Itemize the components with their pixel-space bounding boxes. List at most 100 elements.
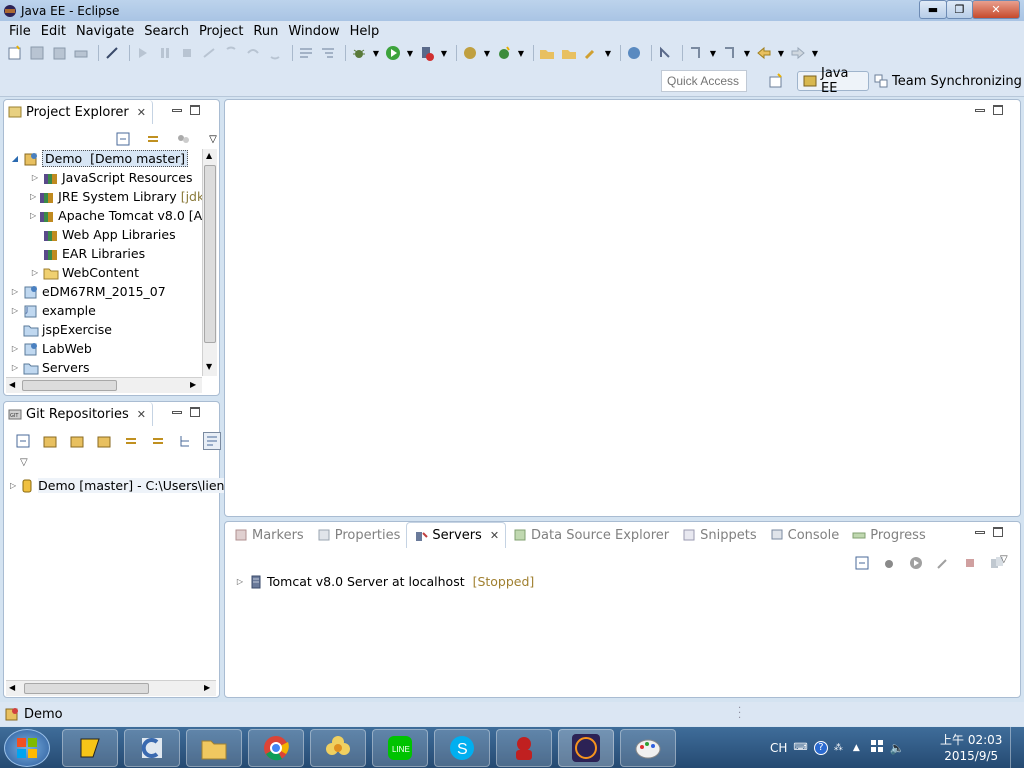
- server-item-tomcat[interactable]: ▷ Tomcat v8.0 Server at localhost [Stopp…: [235, 572, 534, 591]
- taskbar-skype[interactable]: S: [434, 729, 490, 767]
- dropdown-arrow-icon[interactable]: ▼: [743, 44, 751, 62]
- scroll-thumb[interactable]: [204, 165, 216, 343]
- toggle-breakpoint-icon[interactable]: [103, 44, 121, 62]
- horizontal-scrollbar[interactable]: ◀ ▶: [6, 377, 202, 393]
- help-icon[interactable]: ?: [813, 740, 828, 755]
- tree-item-jre-system-library[interactable]: ▷ JRE System Library [jdk1: [10, 187, 212, 206]
- new-server-icon[interactable]: [461, 44, 479, 62]
- menu-help[interactable]: Help: [345, 24, 385, 39]
- expanded-arrow-icon[interactable]: ◢: [10, 154, 20, 163]
- horizontal-scrollbar[interactable]: ◀ ▶: [6, 680, 216, 696]
- scroll-right-icon[interactable]: ▶: [190, 380, 196, 389]
- menu-run[interactable]: Run: [248, 24, 283, 39]
- dropdown-arrow-icon[interactable]: ▼: [777, 44, 785, 62]
- tree-item-demo-repo[interactable]: ▷ Demo [master] - C:\Users\lien\: [10, 476, 229, 495]
- taskbar-eclipse[interactable]: [558, 729, 614, 767]
- filter-icon[interactable]: [203, 432, 221, 450]
- disconnect-icon[interactable]: [200, 44, 218, 62]
- run-server-icon[interactable]: [418, 44, 436, 62]
- back-icon[interactable]: [755, 44, 773, 62]
- scroll-left-icon[interactable]: ◀: [9, 683, 15, 692]
- show-desktop-button[interactable]: [1010, 727, 1024, 768]
- collapsed-arrow-icon[interactable]: ▷: [10, 344, 20, 353]
- menu-project[interactable]: Project: [194, 24, 248, 39]
- step-into-icon[interactable]: [222, 44, 240, 62]
- taskbar-explorer[interactable]: [186, 729, 242, 767]
- action-center-flag-icon[interactable]: [870, 739, 884, 756]
- close-icon[interactable]: ✕: [490, 529, 499, 542]
- open-perspective-icon[interactable]: [768, 71, 784, 91]
- dropdown-arrow-icon[interactable]: ▼: [517, 44, 525, 62]
- search-icon[interactable]: [582, 44, 600, 62]
- dropdown-arrow-icon[interactable]: ▼: [483, 44, 491, 62]
- maximize-view-icon[interactable]: [190, 407, 200, 417]
- tab-markers[interactable]: Markers: [227, 527, 310, 543]
- start-profile-icon[interactable]: [934, 554, 952, 572]
- collapse-all-icon[interactable]: [853, 554, 871, 572]
- dropdown-arrow-icon[interactable]: ▼: [440, 44, 448, 62]
- open-folder-icon[interactable]: [560, 44, 578, 62]
- minimize-button[interactable]: ▬: [919, 0, 947, 19]
- next-annotation-icon[interactable]: [656, 44, 674, 62]
- menu-navigate[interactable]: Navigate: [71, 24, 139, 39]
- scroll-right-icon[interactable]: ▶: [204, 683, 210, 692]
- collapsed-arrow-icon[interactable]: ▷: [10, 481, 16, 490]
- add-repository-icon[interactable]: [41, 432, 59, 450]
- new-icon[interactable]: [6, 44, 24, 62]
- step-return-icon[interactable]: [266, 44, 284, 62]
- taskbar-line[interactable]: LINE: [372, 729, 428, 767]
- collapsed-arrow-icon[interactable]: ▷: [30, 211, 36, 220]
- collapsed-arrow-icon[interactable]: ▷: [10, 287, 20, 296]
- taskbar-app-1[interactable]: [62, 729, 118, 767]
- link-with-editor-icon[interactable]: [144, 130, 162, 148]
- quick-access-input[interactable]: [661, 70, 747, 92]
- tab-snippets[interactable]: Snippets: [675, 527, 762, 543]
- collapsed-arrow-icon[interactable]: ▷: [10, 306, 20, 315]
- save-icon[interactable]: [28, 44, 46, 62]
- forward-icon[interactable]: [789, 44, 807, 62]
- hierarchical-icon[interactable]: [176, 432, 194, 450]
- tab-progress[interactable]: Progress: [845, 527, 931, 543]
- tab-servers[interactable]: Servers ✕: [406, 522, 507, 548]
- scroll-down-icon[interactable]: ▼: [206, 362, 212, 371]
- debug-icon[interactable]: [350, 44, 368, 62]
- volume-icon[interactable]: 🔈: [890, 741, 905, 755]
- tree-item-demo[interactable]: ◢ Demo [Demo master]: [10, 149, 200, 168]
- last-edit-icon[interactable]: [687, 44, 705, 62]
- close-icon[interactable]: ✕: [137, 106, 146, 119]
- tree-item-jspexercise[interactable]: jspExercise: [10, 320, 200, 339]
- tab-console[interactable]: Console: [763, 527, 846, 543]
- tab-project-explorer[interactable]: Project Explorer ✕: [4, 100, 153, 124]
- taskbar-paint[interactable]: [620, 729, 676, 767]
- dropdown-arrow-icon[interactable]: ▼: [811, 44, 819, 62]
- tree-item-labweb[interactable]: ▷ LabWeb: [10, 339, 200, 358]
- step-over-icon[interactable]: [244, 44, 262, 62]
- collapsed-arrow-icon[interactable]: ▷: [10, 363, 20, 372]
- tree-item-example[interactable]: ▷ J example: [10, 301, 200, 320]
- clone-repository-icon[interactable]: [68, 432, 86, 450]
- show-hidden-icons-icon[interactable]: ▲: [853, 743, 860, 753]
- print-icon[interactable]: [72, 44, 90, 62]
- scroll-up-icon[interactable]: ▲: [206, 151, 212, 160]
- collapse-all-icon[interactable]: [14, 432, 32, 450]
- tab-properties[interactable]: Properties: [310, 527, 407, 543]
- dropdown-arrow-icon[interactable]: ▼: [406, 44, 414, 62]
- tree-item-javascript-resources[interactable]: ▷ JavaScript Resources: [10, 168, 200, 187]
- resume-icon[interactable]: [134, 44, 152, 62]
- editor-area[interactable]: [224, 99, 1021, 517]
- format-icon[interactable]: [297, 44, 315, 62]
- terminate-icon[interactable]: [178, 44, 196, 62]
- keyboard-icon[interactable]: ⌨: [793, 742, 807, 753]
- close-icon[interactable]: ✕: [137, 408, 146, 421]
- tree-item-apache-tomcat[interactable]: ▷ Apache Tomcat v8.0 [Ap: [10, 206, 210, 225]
- start-debug-icon[interactable]: [880, 554, 898, 572]
- maximize-view-icon[interactable]: [190, 105, 200, 115]
- focus-icon[interactable]: [174, 130, 192, 148]
- minimize-view-icon[interactable]: [975, 531, 985, 534]
- suspend-icon[interactable]: [156, 44, 174, 62]
- language-indicator[interactable]: CH: [770, 741, 787, 755]
- tree-item-webcontent[interactable]: ▷ WebContent: [10, 263, 200, 282]
- scroll-thumb[interactable]: [24, 683, 149, 694]
- open-type-icon[interactable]: [538, 44, 556, 62]
- perspective-java-ee[interactable]: Java EE: [797, 66, 869, 96]
